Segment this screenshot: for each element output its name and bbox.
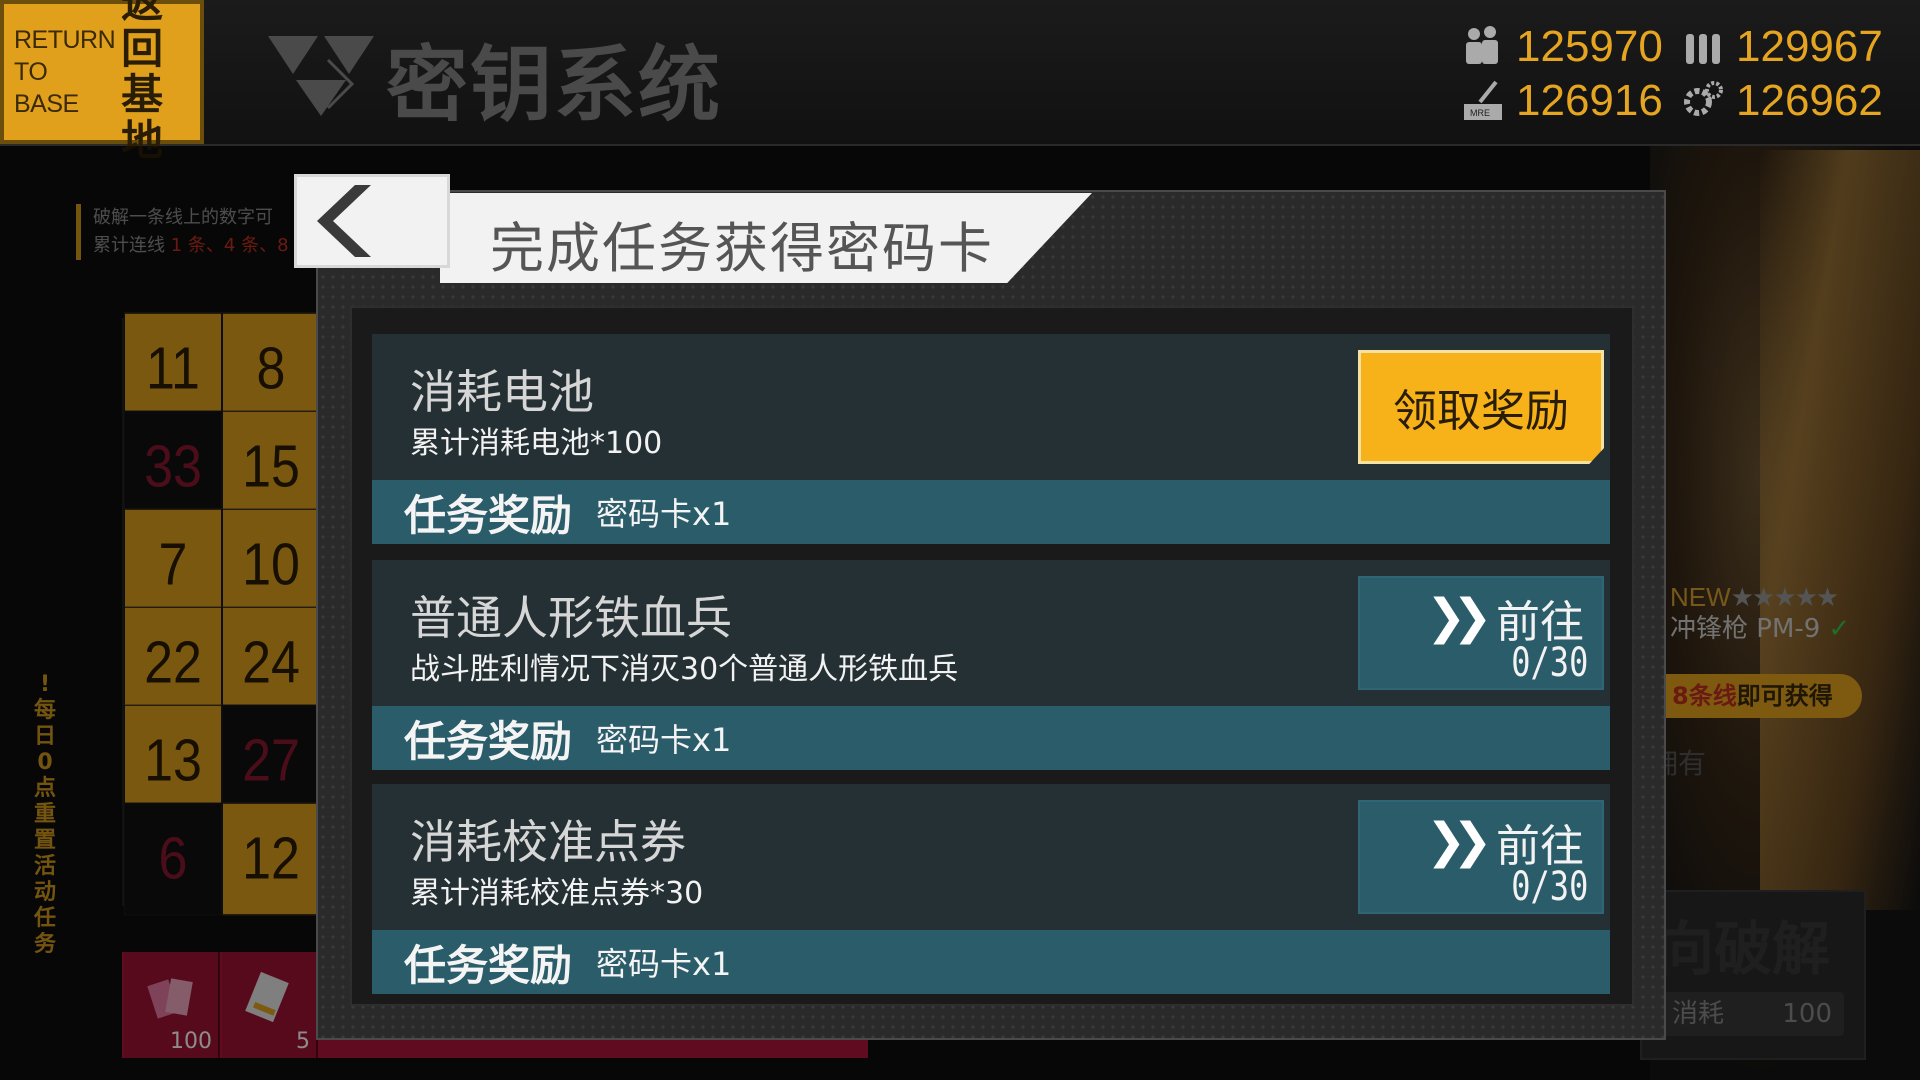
parts-icon xyxy=(1678,76,1728,126)
task-reward-bar: 任务奖励 密码卡x1 xyxy=(372,930,1610,994)
task-item: 消耗校准点券 累计消耗校准点券*30 ❯❯ 前往 0/30 任务奖励 密码卡x1 xyxy=(372,784,1610,996)
svg-text:MRE: MRE xyxy=(1470,108,1490,118)
chevron-left-icon xyxy=(317,185,371,257)
ammo-icon xyxy=(1678,22,1728,72)
return-to-base-button[interactable]: RETURN TO BASE 返回 基地 xyxy=(0,0,204,164)
resource-manpower: 125970 xyxy=(1458,22,1663,72)
reward-value: 密码卡x1 xyxy=(596,495,732,533)
ration-icon: MRE xyxy=(1458,76,1508,126)
manpower-icon xyxy=(1458,22,1508,72)
return-en-label: RETURN TO BASE xyxy=(14,26,116,118)
task-header: 普通人形铁血兵 战斗胜利情况下消灭30个普通人形铁血兵 ❯❯ 前往 0/30 xyxy=(372,560,1610,706)
go-button[interactable]: ❯❯ 前往 0/30 xyxy=(1358,576,1604,690)
task-progress: 0/30 xyxy=(1510,864,1588,910)
reward-value: 密码卡x1 xyxy=(596,721,732,759)
task-name: 普通人形铁血兵 xyxy=(410,591,732,645)
claim-reward-button[interactable]: 领取奖励 xyxy=(1358,350,1604,464)
double-chevron-right-icon: ❯❯ xyxy=(1426,589,1493,645)
page-title: 密钥系统 xyxy=(386,37,723,133)
task-reward-bar: 任务奖励 密码卡x1 xyxy=(372,706,1610,770)
task-desc: 累计消耗校准点券*30 xyxy=(410,876,704,911)
task-desc: 战斗胜利情况下消灭30个普通人形铁血兵 xyxy=(410,652,959,687)
modal-title: 完成任务获得密码卡 xyxy=(490,217,994,280)
task-header: 消耗电池 累计消耗电池*100 领取奖励 xyxy=(372,334,1610,480)
task-progress: 0/30 xyxy=(1510,640,1588,686)
go-button[interactable]: ❯❯ 前往 0/30 xyxy=(1358,800,1604,914)
task-desc: 累计消耗电池*100 xyxy=(410,426,663,461)
task-name: 消耗电池 xyxy=(410,365,594,419)
key-system-logo-icon xyxy=(268,36,374,116)
task-name: 消耗校准点券 xyxy=(410,815,686,869)
task-item: 消耗电池 累计消耗电池*100 领取奖励 任务奖励 密码卡x1 xyxy=(372,334,1610,546)
reward-value: 密码卡x1 xyxy=(596,945,732,983)
back-button[interactable] xyxy=(294,174,450,268)
task-item: 普通人形铁血兵 战斗胜利情况下消灭30个普通人形铁血兵 ❯❯ 前往 0/30 任… xyxy=(372,560,1610,772)
task-header: 消耗校准点券 累计消耗校准点券*30 ❯❯ 前往 0/30 xyxy=(372,784,1610,930)
resource-ration: MRE 126916 xyxy=(1458,76,1663,126)
reward-label: 任务奖励 xyxy=(404,716,573,766)
resource-parts: 126962 xyxy=(1678,76,1883,126)
resource-ammo: 129967 xyxy=(1678,22,1883,72)
double-chevron-right-icon: ❯❯ xyxy=(1426,813,1493,869)
reward-label: 任务奖励 xyxy=(404,940,573,990)
task-reward-bar: 任务奖励 密码卡x1 xyxy=(372,480,1610,544)
return-cn-label: 返回 基地 xyxy=(121,0,164,165)
reward-label: 任务奖励 xyxy=(404,490,573,540)
top-bar: RETURN TO BASE 返回 基地 密钥系统 125970 129967 … xyxy=(0,0,1920,164)
